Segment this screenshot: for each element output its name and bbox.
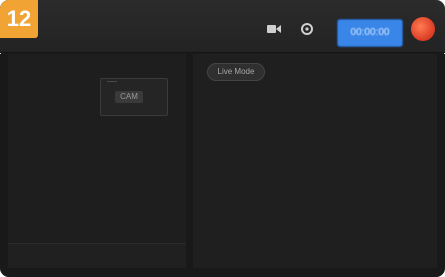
top-toolbar: 12 00:00:00 — [0, 0, 445, 53]
step-number-badge: 12 — [0, 0, 38, 38]
bottom-border — [0, 268, 445, 277]
panel-divider[interactable] — [186, 54, 193, 268]
timecode-display: 00:00:00 — [337, 19, 403, 47]
gear-icon[interactable] — [294, 17, 320, 41]
right-border — [437, 54, 445, 268]
box-handle — [107, 81, 117, 82]
camera-icon[interactable] — [261, 17, 287, 41]
left-panel-footer — [8, 243, 186, 268]
right-panel — [193, 54, 437, 268]
mode-pill[interactable]: Live Mode — [207, 63, 265, 81]
collapsed-source-box[interactable]: CAM — [100, 78, 168, 116]
left-border — [0, 54, 8, 268]
record-icon[interactable] — [411, 17, 435, 41]
app-window: 12 00:00:00 CAM Live Mode — [0, 0, 445, 277]
source-chip: CAM — [115, 91, 143, 103]
